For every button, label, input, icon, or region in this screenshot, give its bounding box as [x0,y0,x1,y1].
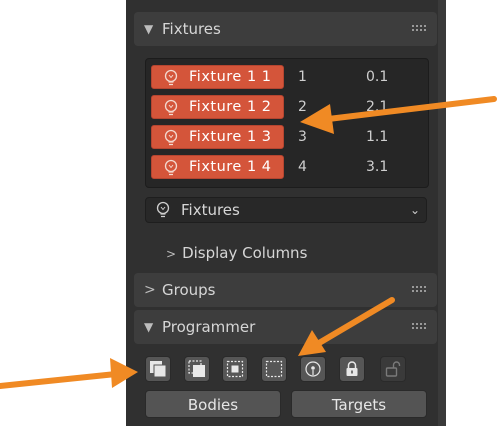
annotation-arrow-fixtures [300,96,497,134]
annotation-arrow-tools [0,358,138,389]
annotation-arrows [0,96,497,389]
annotation-arrow-programmer [298,297,395,356]
